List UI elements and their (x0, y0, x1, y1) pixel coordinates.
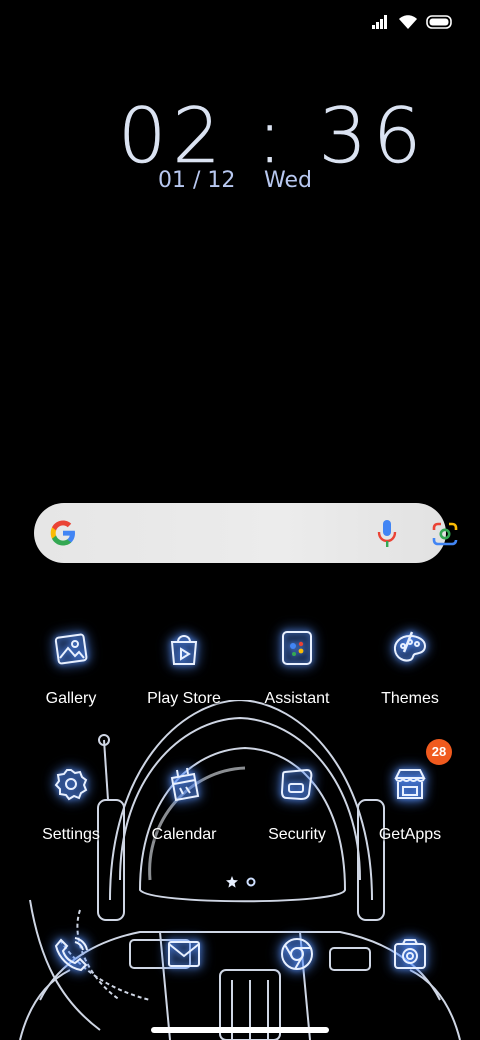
chrome-icon (281, 938, 313, 970)
app-label: Gallery (45, 690, 97, 707)
clock-time: 02 : 36 (118, 91, 428, 180)
app-label: Calendar (151, 826, 217, 843)
camera-icon (394, 939, 426, 969)
app-security[interactable]: Security (241, 764, 353, 874)
dock-phone[interactable] (15, 934, 127, 978)
app-play-store[interactable]: Play Store (128, 628, 240, 738)
app-getapps[interactable]: GetApps (354, 764, 466, 874)
app-label: Settings (42, 826, 100, 843)
app-label: Themes (381, 690, 439, 707)
cell-signal-icon (372, 15, 387, 29)
messages-icon (168, 941, 200, 967)
app-settings[interactable]: Settings (15, 764, 127, 874)
google-search-bar[interactable] (34, 503, 458, 563)
home-gesture-bar[interactable] (151, 1027, 329, 1033)
calendar-icon (170, 767, 200, 802)
app-gallery[interactable]: Gallery (15, 628, 127, 738)
app-assistant[interactable]: Assistant (241, 628, 353, 738)
phone-icon (54, 937, 88, 972)
clock-date: 01 / 12 (158, 168, 236, 193)
gallery-icon (54, 633, 88, 665)
notification-badge: 28 (426, 739, 452, 765)
home-star-icon (226, 876, 238, 888)
play-store-icon (170, 635, 198, 665)
battery-icon (426, 15, 452, 29)
status-bar (372, 14, 452, 30)
dock-messages[interactable] (128, 934, 240, 978)
getapps-icon (394, 769, 426, 799)
wifi-icon (399, 15, 417, 29)
app-calendar[interactable]: Calendar (128, 764, 240, 874)
dock-camera[interactable] (354, 934, 466, 978)
google-g-icon (50, 520, 75, 546)
dock-chrome[interactable] (241, 934, 353, 978)
assistant-icon (282, 631, 312, 665)
settings-icon (54, 769, 88, 801)
page-indicator[interactable] (226, 876, 256, 888)
app-label: GetApps (378, 826, 442, 843)
app-label: Play Store (147, 690, 221, 707)
security-icon (280, 768, 313, 801)
app-themes[interactable]: Themes (354, 628, 466, 738)
app-label: Security (268, 826, 326, 843)
google-lens-icon[interactable] (432, 522, 458, 546)
page-dot-icon (246, 877, 256, 887)
themes-icon (393, 631, 427, 662)
clock-day: Wed (264, 168, 312, 193)
app-label: Assistant (264, 690, 330, 707)
mic-icon[interactable] (376, 519, 398, 549)
